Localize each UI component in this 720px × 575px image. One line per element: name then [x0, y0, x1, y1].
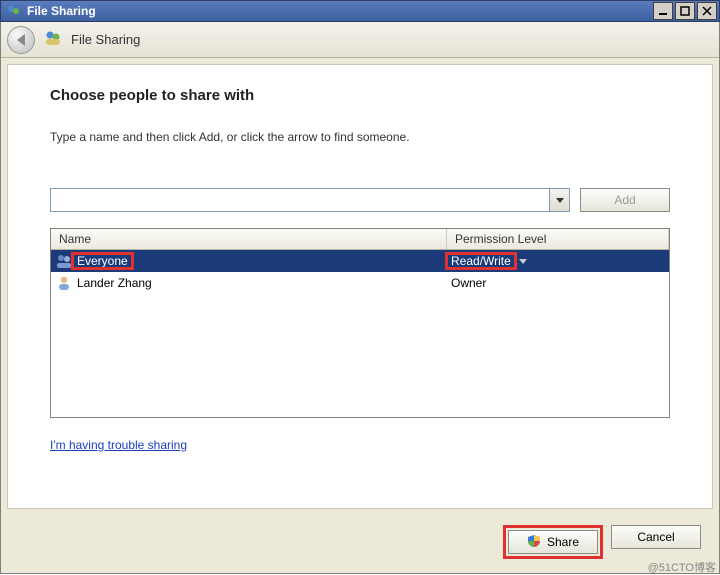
app-icon	[5, 3, 23, 19]
titlebar: File Sharing	[0, 0, 720, 22]
footer: Share Cancel	[1, 515, 719, 573]
header-title: File Sharing	[71, 32, 140, 47]
minimize-button[interactable]	[653, 2, 673, 20]
back-button[interactable]	[7, 26, 35, 54]
maximize-button[interactable]	[675, 2, 695, 20]
table-row[interactable]: Lander Zhang Owner	[51, 272, 669, 294]
share-button[interactable]: Share	[508, 530, 598, 554]
people-icon	[43, 29, 63, 50]
column-name[interactable]: Name	[51, 229, 447, 249]
add-people-row: Add	[50, 188, 670, 212]
user-icon	[55, 275, 73, 291]
window-body: File Sharing Choose people to share with…	[0, 22, 720, 574]
column-permission[interactable]: Permission Level	[447, 229, 669, 249]
table-header: Name Permission Level	[51, 229, 669, 250]
page-heading: Choose people to share with	[50, 87, 670, 104]
cell-name: Everyone	[51, 253, 447, 269]
arrow-left-icon	[17, 34, 25, 46]
watermark: @51CTO博客	[648, 559, 716, 575]
cell-permission[interactable]: Read/Write	[447, 254, 669, 268]
cell-name: Lander Zhang	[51, 275, 447, 291]
row-name-label: Lander Zhang	[77, 276, 152, 290]
chevron-down-icon	[556, 198, 564, 203]
share-list: Name Permission Level Everyone Read/Writ…	[50, 228, 670, 418]
row-permission-label: Owner	[451, 276, 486, 290]
content-area: Choose people to share with Type a name …	[7, 64, 713, 509]
cancel-button[interactable]: Cancel	[611, 525, 701, 549]
highlight-box: Share	[503, 525, 603, 559]
permission-dropdown-icon	[519, 259, 527, 264]
instruction-text: Type a name and then click Add, or click…	[50, 130, 670, 144]
people-input[interactable]	[51, 189, 549, 211]
row-permission-label: Read/Write	[451, 254, 511, 268]
people-combobox[interactable]	[50, 188, 570, 212]
shield-icon	[527, 534, 541, 551]
cell-permission: Owner	[447, 276, 669, 290]
row-name-label: Everyone	[77, 254, 128, 268]
table-row[interactable]: Everyone Read/Write	[51, 250, 669, 272]
share-button-label: Share	[547, 535, 579, 549]
add-button[interactable]: Add	[580, 188, 670, 212]
header-strip: File Sharing	[1, 22, 719, 58]
close-button[interactable]	[697, 2, 717, 20]
trouble-sharing-link[interactable]: I'm having trouble sharing	[50, 438, 187, 452]
window-title: File Sharing	[27, 4, 651, 18]
combobox-dropdown-button[interactable]	[549, 189, 569, 211]
